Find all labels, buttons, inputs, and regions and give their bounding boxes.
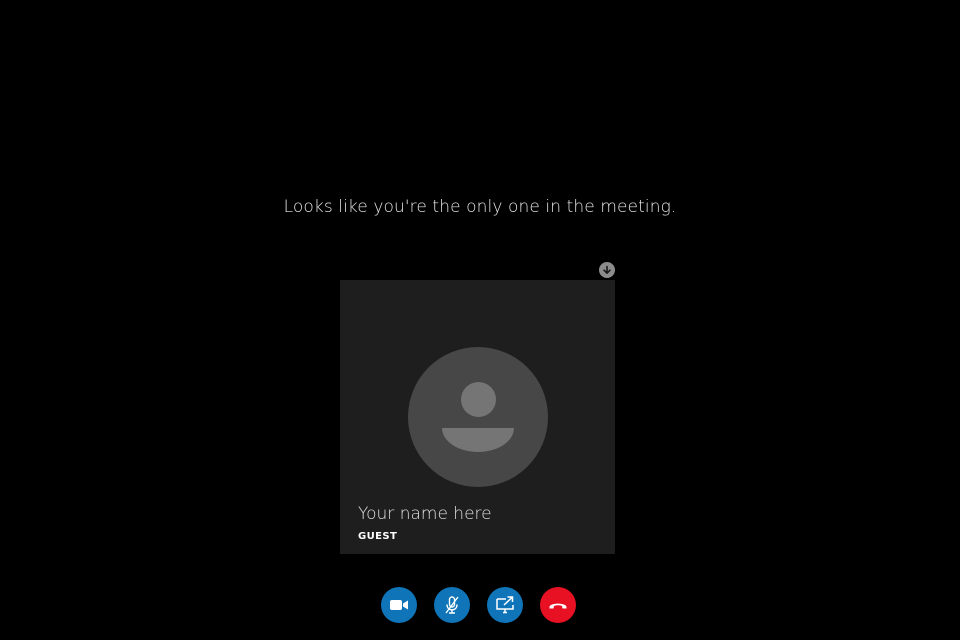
call-controls-bar	[381, 587, 576, 623]
video-camera-icon	[390, 600, 408, 610]
avatar	[408, 347, 548, 487]
video-toggle-button[interactable]	[381, 587, 417, 623]
self-participant-tile: Your name here GUEST	[340, 280, 615, 554]
hang-up-button[interactable]	[540, 587, 576, 623]
empty-meeting-message: Looks like you're the only one in the me…	[283, 197, 677, 217]
participant-role-badge: GUEST	[358, 531, 398, 542]
share-screen-button[interactable]	[487, 587, 523, 623]
avatar-head-shape	[461, 382, 496, 417]
meeting-stage: Looks like you're the only one in the me…	[0, 0, 960, 640]
avatar-body-shape	[442, 428, 514, 452]
arrow-down-icon	[603, 265, 611, 274]
hang-up-icon	[549, 603, 567, 609]
microphone-muted-icon	[445, 596, 459, 614]
collapse-self-view-button[interactable]	[599, 262, 615, 278]
screen-share-icon	[496, 596, 514, 614]
participant-name: Your name here	[358, 504, 492, 524]
mute-toggle-button[interactable]	[434, 587, 470, 623]
